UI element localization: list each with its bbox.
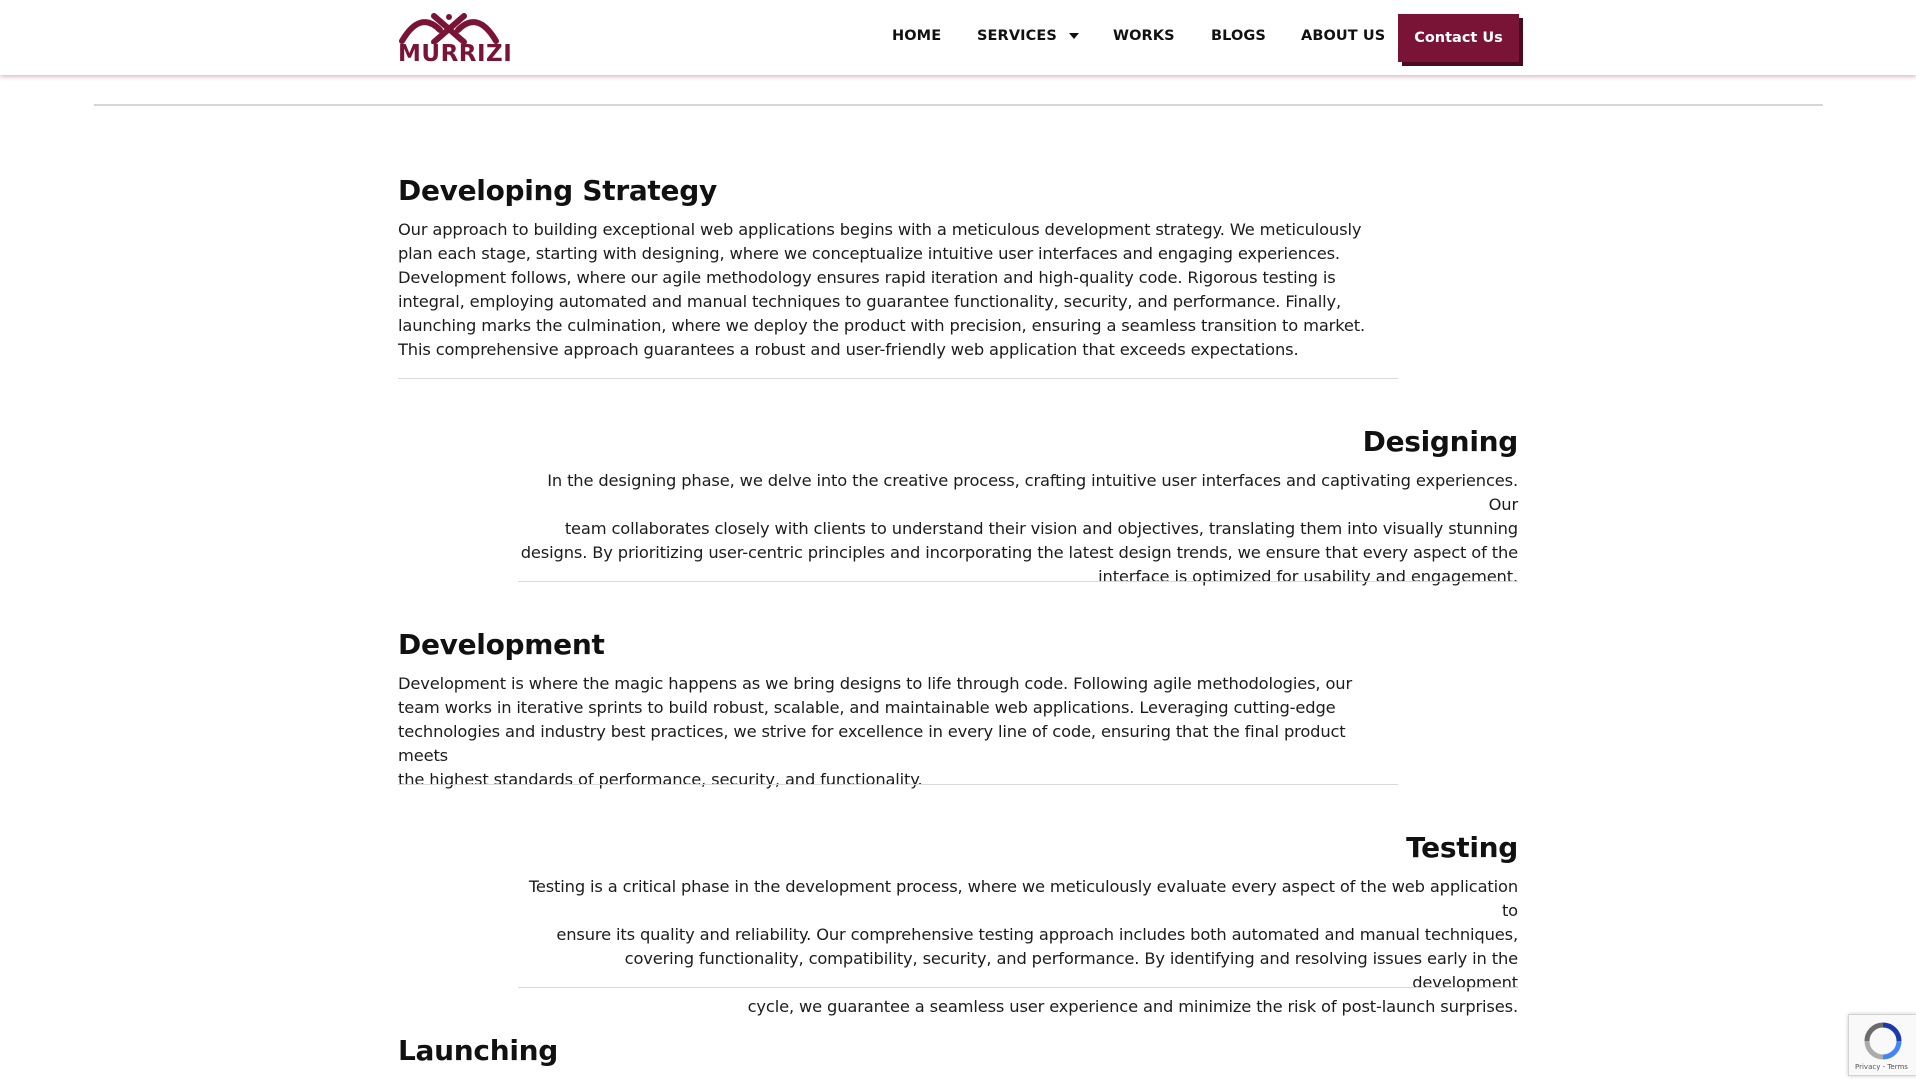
section-title: Launching	[398, 1034, 559, 1067]
section-body: Our approach to building exceptional web…	[398, 218, 1398, 362]
section-divider	[398, 378, 1398, 379]
nav-works[interactable]: WORKS	[1113, 28, 1175, 44]
section-divider	[518, 581, 1518, 582]
body-line: team collaborates closely with clients t…	[564, 519, 1518, 538]
body-line: technologies and industry best practices…	[398, 722, 1346, 765]
body-line: team works in iterative sprints to build…	[398, 698, 1336, 717]
brand-logo[interactable]: MURRIZI	[398, 8, 513, 67]
body-line: Testing is a critical phase in the devel…	[528, 877, 1518, 920]
body-line: Development follows, where our agile met…	[398, 268, 1336, 287]
body-line: interface is optimized for usability and…	[1098, 567, 1518, 586]
body-line: the highest standards of performance, se…	[398, 770, 923, 789]
body-line: This comprehensive approach guarantees a…	[398, 340, 1299, 359]
section-body: In the designing phase, we delve into th…	[518, 469, 1518, 589]
recaptcha-badge[interactable]: Privacy - Terms	[1848, 1014, 1916, 1076]
nav-blogs[interactable]: BLOGS	[1211, 28, 1266, 44]
top-divider	[94, 104, 1823, 106]
section-development: Development Development is where the mag…	[398, 628, 1398, 792]
section-body: Testing is a critical phase in the devel…	[518, 875, 1518, 1019]
body-line: Development is where the magic happens a…	[398, 674, 1352, 693]
section-divider	[518, 987, 1518, 988]
body-line: Our approach to building exceptional web…	[398, 220, 1362, 239]
nav-about-us[interactable]: ABOUT US	[1301, 28, 1385, 44]
section-launching: Launching	[398, 1034, 1398, 1068]
section-title: Development	[398, 628, 605, 661]
site-header: MURRIZI HOME SERVICES WORKS BLOGS ABOUT …	[0, 0, 1916, 75]
nav-services-label: SERVICES	[977, 28, 1057, 44]
section-developing-strategy: Developing Strategy Our approach to buil…	[398, 174, 1398, 379]
section-body: Development is where the magic happens a…	[398, 672, 1398, 792]
logo-mark-icon	[399, 13, 499, 44]
body-line: cycle, we guarantee a seamless user expe…	[747, 997, 1519, 1016]
chevron-down-icon	[1068, 33, 1079, 39]
nav-home[interactable]: HOME	[892, 28, 941, 44]
brand-name: MURRIZI	[398, 41, 513, 67]
contact-us-button[interactable]: Contact Us	[1398, 14, 1519, 62]
section-testing: Testing Testing is a critical phase in t…	[518, 831, 1518, 1019]
nav-services[interactable]: SERVICES	[977, 28, 1079, 44]
section-designing: Designing In the designing phase, we del…	[518, 425, 1518, 589]
section-title: Designing	[1362, 425, 1519, 458]
section-title: Developing Strategy	[398, 174, 717, 207]
body-line: designs. By prioritizing user-centric pr…	[520, 543, 1518, 562]
body-line: plan each stage, starting with designing…	[398, 244, 1340, 263]
body-line: launching marks the culmination, where w…	[398, 316, 1366, 335]
body-line: integral, employing automated and manual…	[398, 292, 1342, 311]
body-line: ensure its quality and reliability. Our …	[556, 925, 1518, 944]
section-title: Testing	[1406, 831, 1518, 864]
body-line: In the designing phase, we delve into th…	[547, 471, 1518, 514]
recaptcha-icon	[1864, 1022, 1902, 1060]
section-divider	[398, 784, 1398, 785]
recaptcha-label[interactable]: Privacy - Terms	[1855, 1063, 1908, 1071]
